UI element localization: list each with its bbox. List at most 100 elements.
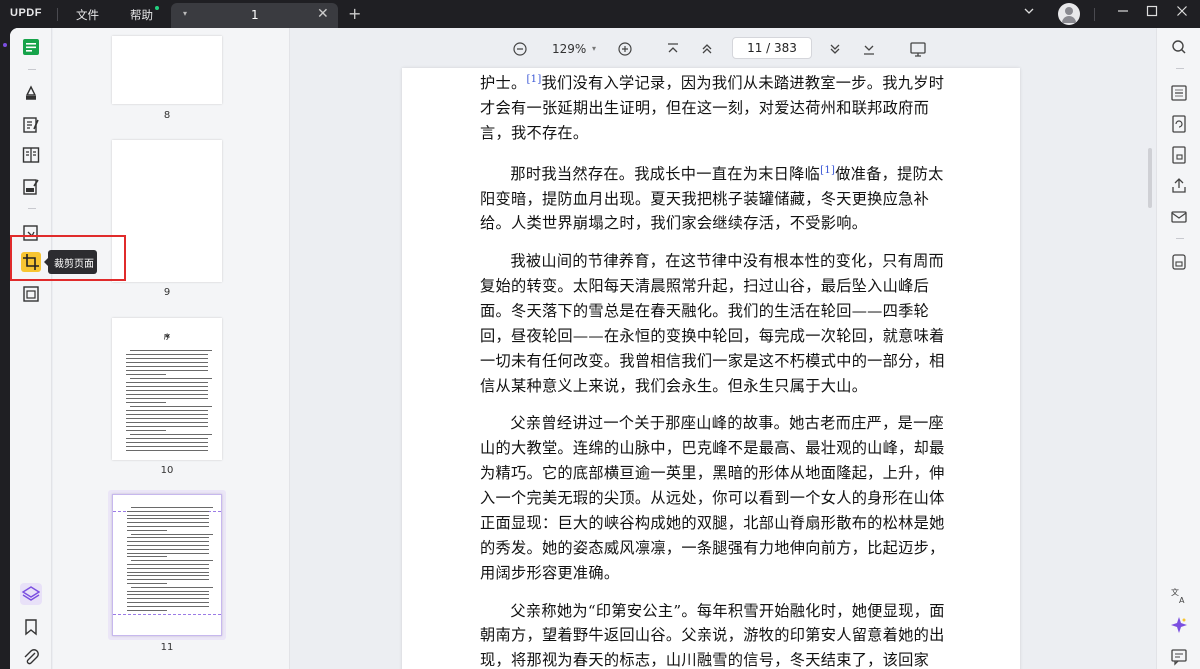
thumbnail-text-line <box>126 438 208 439</box>
footnote-link[interactable]: [1] <box>526 74 541 85</box>
email-icon[interactable] <box>1169 207 1189 227</box>
last-page-icon[interactable] <box>859 39 879 59</box>
thumbnail-text-line <box>126 430 166 431</box>
thumbnail-text-line <box>127 556 167 558</box>
thumbnail-text-line <box>127 529 167 531</box>
ocr-pages-icon[interactable] <box>21 284 41 304</box>
tab-close-icon[interactable]: ✕ <box>317 6 329 22</box>
thumbnail-text-line <box>127 541 209 543</box>
presentation-icon[interactable] <box>908 39 928 59</box>
app-logo[interactable]: UPDF <box>10 7 42 19</box>
zoom-dropdown-icon[interactable]: ▾ <box>592 44 596 53</box>
thumbnail-text-line <box>126 446 208 447</box>
close-window-button[interactable] <box>1176 5 1188 21</box>
divider <box>1094 8 1095 21</box>
thumbnail-text-line <box>126 398 208 399</box>
thumbnail-text-line <box>131 560 213 562</box>
thumbnail-text-line <box>130 406 212 407</box>
thumbnail-text-line <box>126 386 208 387</box>
translate-icon[interactable]: 文A <box>1169 585 1189 605</box>
thumbnail-text-line <box>126 382 208 383</box>
document-paragraph: 父亲称她为“印第安公主”。每年积雪开始融化时，她便显现，面朝南方，望着野牛返回山… <box>480 599 948 669</box>
thumbnail-text-line <box>127 522 209 524</box>
organize-pages-icon[interactable] <box>21 145 41 165</box>
comment-icon[interactable] <box>21 83 41 103</box>
thumbnail-text-line <box>126 442 208 443</box>
new-tab-button[interactable]: + <box>348 4 361 23</box>
reader-mode-icon[interactable] <box>21 37 41 57</box>
thumbnail-text-line <box>127 583 167 584</box>
menu-file[interactable]: 文件 <box>76 7 99 23</box>
thumbnail-text-line <box>131 586 213 588</box>
avatar[interactable] <box>1058 3 1080 25</box>
thumbnail-text-line <box>126 370 208 371</box>
thumbnail-number: 9 <box>163 287 171 298</box>
thumbnail-text-line <box>127 575 209 577</box>
fill-sign-icon[interactable] <box>21 177 41 197</box>
layers-icon[interactable] <box>20 583 42 605</box>
first-page-icon[interactable] <box>663 39 683 59</box>
chevron-down-icon[interactable] <box>1023 5 1035 21</box>
share-icon[interactable] <box>1169 176 1189 196</box>
left-tool-rail <box>10 28 52 669</box>
save-icon[interactable] <box>1169 252 1189 272</box>
thumbnail-text-line <box>126 390 208 391</box>
paragraph-text: 父亲称她为“印第安公主”。每年积雪开始融化时，她便显现，面朝南方，望着野牛返回山… <box>480 601 945 669</box>
previous-page-icon[interactable] <box>697 39 717 59</box>
thumbnail-text-line <box>127 567 209 569</box>
thumbnail-page-8[interactable] <box>112 36 222 104</box>
divider <box>28 69 36 70</box>
thumbnail-text-line <box>127 548 209 550</box>
thumbnail-page-11[interactable] <box>112 494 222 636</box>
maximize-button[interactable] <box>1146 5 1158 21</box>
vertical-scrollbar[interactable] <box>1148 148 1152 208</box>
next-page-icon[interactable] <box>825 39 845 59</box>
zoom-in-icon[interactable] <box>615 39 635 59</box>
thumbnail-panel: 8 9 序 10 11 <box>53 28 290 669</box>
search-icon[interactable] <box>1169 37 1189 57</box>
divider <box>57 8 58 21</box>
thumbnail-text-line <box>127 602 209 603</box>
thumbnail-text-line <box>127 605 209 607</box>
convert-pdf-icon[interactable] <box>1169 114 1189 134</box>
menu-help[interactable]: 帮助 <box>130 7 153 23</box>
divider <box>1176 238 1184 239</box>
thumbnail-text-line <box>126 414 208 415</box>
thumbnail-text-line <box>127 609 167 611</box>
divider <box>1176 68 1184 69</box>
thumbnail-text-line <box>126 426 208 427</box>
bookmark-icon[interactable] <box>21 617 41 637</box>
thumbnail-text-line <box>126 410 208 411</box>
title-bar: UPDF 文件 帮助 ▾ 1 ✕ + <box>0 0 1200 28</box>
tab-label: 1 <box>251 8 259 22</box>
comments-panel-icon[interactable] <box>1169 647 1189 667</box>
zoom-level[interactable]: 129% <box>552 42 586 56</box>
thumbnail-text-line <box>127 537 209 539</box>
paragraph-text: 护士。 <box>480 74 527 93</box>
thumbnail-page-9[interactable] <box>112 140 222 282</box>
document-paragraph: 那时我当然存在。我成长中一直在为末日降临[1]做准备，提防太阳变暗，提防血月出现… <box>480 159 948 237</box>
thumbnail-page-10[interactable]: 序 <box>112 318 222 460</box>
notification-dot <box>155 6 159 10</box>
thumbnail-text-line <box>126 374 166 375</box>
thumbnail-text-line <box>127 518 209 520</box>
attachment-icon[interactable] <box>21 647 41 667</box>
thumbnail-text-line <box>126 422 208 423</box>
thumbnail-number: 10 <box>160 465 174 476</box>
paragraph-text: 我们没有入学记录，因为我们从未踏进教室一步。我九岁时才会有一张延期出生证明，但在… <box>480 74 945 142</box>
minimize-button[interactable] <box>1117 5 1129 21</box>
thumbnail-text-line <box>126 450 208 451</box>
protect-icon[interactable] <box>1169 145 1189 165</box>
page-number-input[interactable]: 11 / 383 <box>732 37 812 59</box>
zoom-out-icon[interactable] <box>510 39 530 59</box>
ocr-icon[interactable] <box>1169 83 1189 103</box>
thumbnail-text-line <box>130 434 212 435</box>
thumbnail-text-line <box>126 366 208 367</box>
footnote-link[interactable]: [1] <box>820 165 835 176</box>
document-page: 护士。[1]我们没有入学记录，因为我们从未踏进教室一步。我九岁时才会有一张延期出… <box>402 68 1020 669</box>
edit-pdf-icon[interactable] <box>21 115 41 135</box>
tab-dropdown-icon[interactable]: ▾ <box>183 9 187 18</box>
thumbnail-text-line <box>126 362 208 363</box>
ai-assistant-icon[interactable] <box>1169 615 1189 635</box>
document-tab[interactable]: ▾ 1 ✕ <box>171 3 338 28</box>
